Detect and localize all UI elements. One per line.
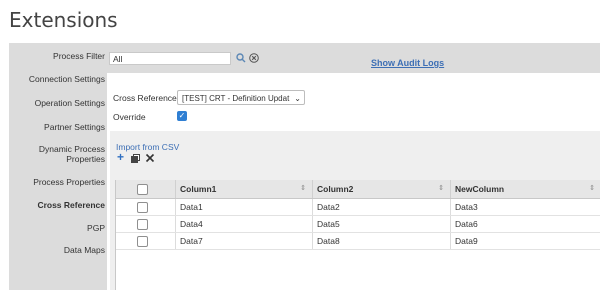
extensions-panel: Process Filter Connection Settings Opera… [9,43,600,290]
row-checkbox[interactable] [137,219,148,230]
sidebar-item-connection-settings[interactable]: Connection Settings [9,74,105,84]
cross-reference-selected: [TEST] CRT - Definition Updat [182,94,290,103]
sort-icon[interactable]: ⇕ [589,180,595,198]
select-all-checkbox[interactable] [137,184,148,195]
table-row[interactable]: Data4 Data5 Data6 [116,216,600,233]
override-checkbox[interactable]: ✓ [177,111,187,121]
sort-icon[interactable]: ⇕ [300,180,306,198]
column-header-2[interactable]: Column2 ⇕ [312,180,450,198]
table-cell[interactable]: Data9 [450,233,600,249]
column-header-label: Column2 [317,184,354,194]
row-checkbox[interactable] [137,236,148,247]
column-header-3[interactable]: NewColumn ⇕ [450,180,600,198]
sidebar: Process Filter Connection Settings Opera… [9,43,107,290]
grid-header: Column1 ⇕ Column2 ⇕ NewColumn ⇕ [116,180,600,199]
sort-icon[interactable]: ⇕ [438,180,444,198]
import-from-csv-link[interactable]: Import from CSV [116,142,179,152]
table-cell[interactable]: Data8 [312,233,450,249]
sidebar-item-process-filter: Process Filter [53,51,105,61]
sidebar-item-dynamic-process-properties[interactable]: Dynamic Process Properties [35,144,105,164]
process-filter-input[interactable]: All [109,52,231,65]
column-header-label: NewColumn [455,184,505,194]
sidebar-item-operation-settings[interactable]: Operation Settings [9,98,105,108]
table-cell[interactable]: Data2 [312,199,450,215]
cross-reference-label: Cross Reference [113,93,177,103]
content-area: All Show Audit Logs Cross Reference [TES… [107,43,600,290]
chevron-down-icon: ⌄ [294,94,301,103]
column-header-1[interactable]: Column1 ⇕ [175,180,312,198]
table-cell[interactable]: Data4 [175,216,312,232]
sidebar-item-pgp[interactable]: PGP [9,223,105,233]
sidebar-item-process-properties[interactable]: Process Properties [9,177,105,187]
check-icon: ✓ [178,111,186,120]
table-cell[interactable]: Data1 [175,199,312,215]
cross-reference-select[interactable]: [TEST] CRT - Definition Updat ⌄ [177,90,305,105]
table-row[interactable]: Data7 Data8 Data9 [116,233,600,250]
add-icon[interactable]: + [117,151,124,163]
delete-icon[interactable] [145,153,155,166]
table-cell[interactable]: Data6 [450,216,600,232]
sidebar-item-data-maps[interactable]: Data Maps [9,245,105,255]
sidebar-item-partner-settings[interactable]: Partner Settings [9,122,105,132]
column-header-label: Column1 [180,184,217,194]
show-audit-logs-link[interactable]: Show Audit Logs [371,58,444,68]
table-row[interactable]: Data1 Data2 Data3 [116,199,600,216]
data-grid: Column1 ⇕ Column2 ⇕ NewColumn ⇕ Data1 Da… [115,180,600,290]
search-icon[interactable] [236,53,246,66]
row-checkbox[interactable] [137,202,148,213]
clear-icon[interactable] [249,53,259,66]
copy-icon[interactable] [131,154,140,166]
override-label: Override [113,112,146,122]
table-cell[interactable]: Data7 [175,233,312,249]
sidebar-item-cross-reference[interactable]: Cross Reference [9,200,105,210]
table-cell[interactable]: Data3 [450,199,600,215]
page-title: Extensions [9,8,118,32]
table-cell[interactable]: Data5 [312,216,450,232]
